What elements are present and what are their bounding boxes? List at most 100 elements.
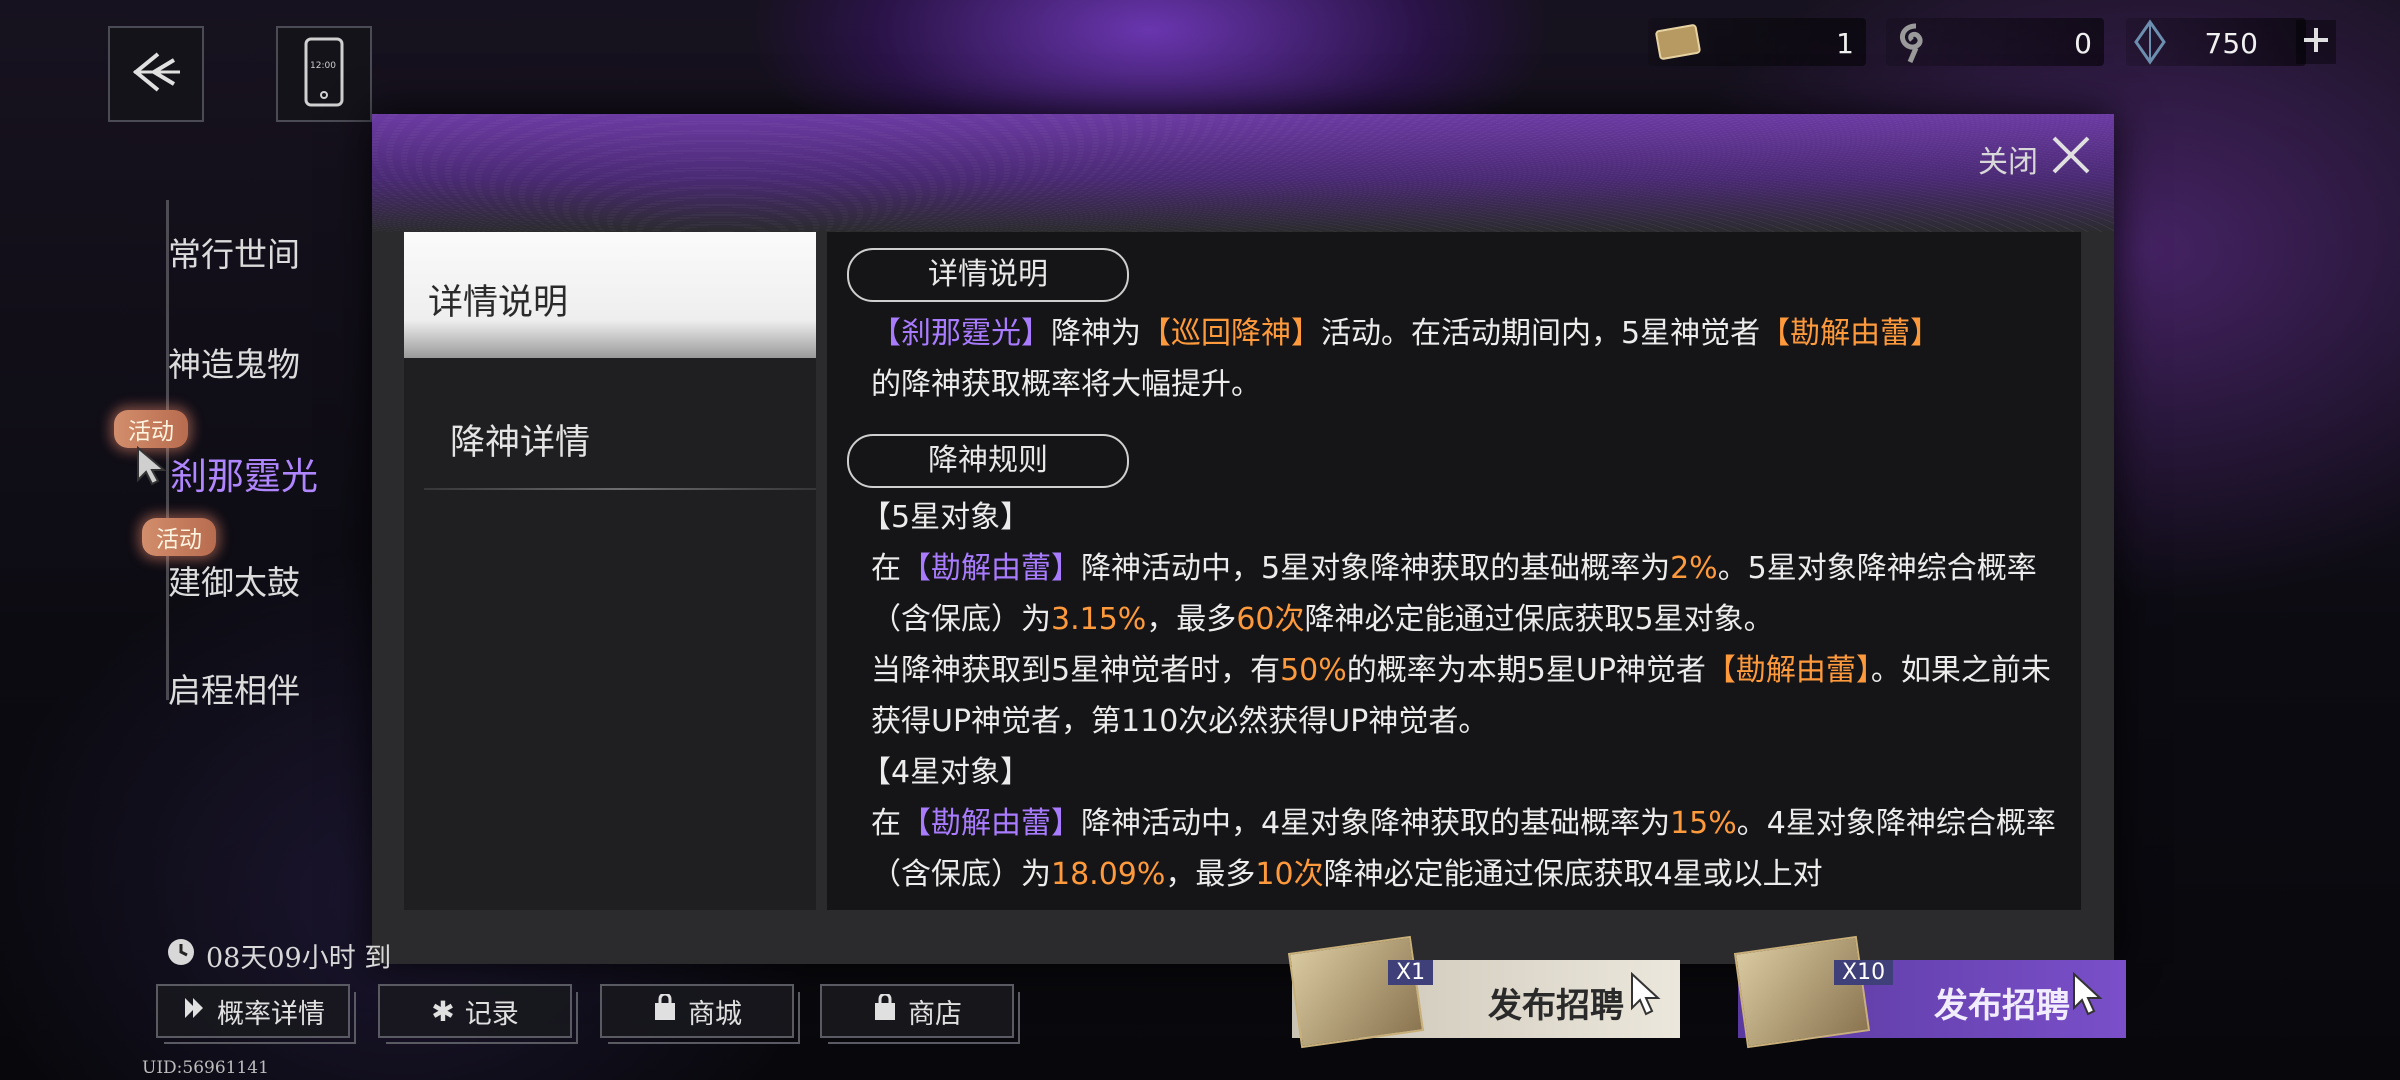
swirl-icon [1890, 18, 1942, 70]
highlight-count: 60次 [1236, 602, 1305, 637]
recruit-x1-button[interactable]: X1 发布招聘 [1287, 935, 1680, 1049]
timer-text: 08天09小时 到 [206, 943, 392, 974]
tab-summon-details[interactable]: 降神详情 [404, 358, 816, 490]
text-segment: 降神活动中，5星对象降神获取的基础概率为 [1081, 551, 1671, 586]
text-segment: 降神为 [1051, 316, 1141, 351]
four-star-rate-paragraph: 在【勘解由蕾】降神活动中，4星对象降神获取的基础概率为15%。4星对象降神综合概… [871, 798, 2061, 900]
highlight-event-name: 【刹那霆光】 [871, 316, 1051, 351]
text-segment: 降神必定能通过保底获取5星对象。 [1304, 602, 1774, 637]
back-arrow-icon [128, 50, 184, 98]
highlight-rate: 18.09% [1051, 857, 1166, 892]
text-segment: 在 [871, 551, 901, 586]
highlight-character: 【勘解由蕾】 [1760, 316, 1941, 351]
phone-button[interactable]: 12:00 [276, 26, 372, 122]
highlight-rate: 3.15% [1051, 602, 1147, 637]
nav-item-chana[interactable]: 刹那霆光 [170, 446, 318, 500]
shop-button[interactable]: 商店 [820, 984, 1020, 1044]
close-label: 关闭 [1978, 145, 2038, 180]
nav-item-label: 常行世间 [168, 235, 300, 274]
user-id: UID:56961141 [142, 1058, 269, 1078]
nav-item-label: 启程相伴 [168, 671, 300, 710]
event-badge: 活动 [114, 410, 188, 448]
nav-item-jianyu[interactable]: 建御太鼓 [168, 556, 300, 604]
details-modal: 关闭 详情说明 降神详情 详情说明 【刹那霆光】降神为【巡回降神】活动。在活动期… [372, 114, 2114, 964]
resource-swirl: 0 [1886, 18, 2104, 66]
tab-details[interactable]: 详情说明 [404, 232, 816, 358]
nav-item-label: 神造鬼物 [168, 345, 300, 384]
resource-ticket: 1 [1648, 18, 1866, 66]
button-label: 记录 [464, 998, 519, 1030]
mall-button[interactable]: 商城 [600, 984, 800, 1044]
five-star-rate-paragraph: 在【勘解由蕾】降神活动中，5星对象降神获取的基础概率为2%。5星对象降神综合概率… [871, 543, 2061, 645]
nav-item-shenzao[interactable]: 神造鬼物 [168, 338, 300, 386]
phone-icon: 12:00 [304, 37, 344, 111]
crystal-icon [2130, 18, 2170, 70]
modal-sidebar: 详情说明 降神详情 [404, 232, 816, 910]
recruit-label: 发布招聘 [1934, 986, 2070, 1026]
close-icon [2050, 134, 2092, 184]
ticket-card-icon [1733, 935, 1871, 1049]
highlight-count: 10次 [1255, 857, 1324, 892]
tab-label: 降神详情 [450, 423, 591, 463]
section-title-details: 详情说明 [847, 248, 1129, 302]
highlight-character: 【勘解由蕾】 [901, 551, 1081, 586]
event-timer: 08天09小时 到 [166, 936, 391, 975]
swirl-count: 0 [2074, 27, 2092, 60]
highlight-event-type: 【巡回降神】 [1141, 316, 1321, 351]
ticket-count: 1 [1836, 27, 1854, 60]
text-segment: 在 [871, 806, 901, 841]
button-label: 商店 [908, 998, 962, 1030]
five-star-up-paragraph: 当降神获取到5星神觉者时，有50%的概率为本期5星UP神觉者【勘解由蕾】。如果之… [871, 645, 2061, 747]
event-badge: 活动 [142, 518, 216, 556]
tab-label: 详情说明 [428, 283, 569, 323]
cursor-icon [1630, 971, 1662, 1020]
highlight-character: 【勘解由蕾】 [1705, 653, 1871, 688]
text-segment: 活动。在活动期间内，5星神觉者 [1321, 316, 1761, 351]
text-segment: 降神活动中，4星对象降神获取的基础概率为 [1081, 806, 1671, 841]
text-segment: 的概率为本期5星UP神觉者 [1346, 653, 1706, 688]
add-crystal-button[interactable] [2296, 20, 2336, 64]
four-star-heading: 【4星对象】 [861, 755, 1031, 790]
bag-icon [652, 992, 678, 1029]
highlight-rate: 50% [1280, 653, 1347, 688]
cursor-icon [136, 445, 168, 490]
resource-crystal: 750 [2126, 18, 2306, 66]
nav-item-label: 建御太鼓 [168, 563, 300, 602]
modal-header [372, 114, 2114, 232]
five-star-heading: 【5星对象】 [861, 500, 1031, 535]
text-segment: 的降神获取概率将大幅提升。 [871, 367, 1261, 402]
highlight-rate: 15% [1670, 806, 1737, 841]
text-segment: 当降神获取到5星神觉者时，有 [871, 653, 1281, 688]
phone-time: 12:00 [310, 61, 336, 71]
plus-icon [2301, 25, 2331, 59]
modal-content[interactable]: 详情说明 【刹那霆光】降神为【巡回降神】活动。在活动期间内，5星神觉者【勘解由蕾… [827, 232, 2081, 910]
nav-item-changxing[interactable]: 常行世间 [168, 228, 300, 276]
back-button[interactable] [108, 26, 204, 122]
cursor-icon [2072, 971, 2104, 1020]
nav-item-label: 刹那霆光 [170, 455, 318, 498]
bag-icon [872, 992, 898, 1029]
records-button[interactable]: ✱ 记录 [378, 984, 578, 1044]
crystal-count: 750 [2204, 27, 2258, 60]
arrow-icon [181, 995, 207, 1028]
close-button[interactable]: 关闭 [1978, 134, 2092, 184]
button-label: 商城 [688, 998, 742, 1030]
button-label: 概率详情 [217, 998, 325, 1030]
star-icon: ✱ [431, 994, 455, 1028]
ticket-icon [1652, 18, 1704, 70]
text-segment: 降神必定能通过保底获取4星或以上对 [1323, 857, 1823, 892]
text-segment: ，最多 [1165, 857, 1256, 892]
multiplier-badge: X1 [1388, 960, 1434, 985]
text-segment: ，最多 [1146, 602, 1237, 637]
highlight-character: 【勘解由蕾】 [901, 806, 1081, 841]
nav-item-qicheng[interactable]: 启程相伴 [168, 664, 300, 712]
multiplier-badge: X10 [1834, 960, 1894, 985]
clock-icon [166, 937, 196, 974]
section-title-rules: 降神规则 [847, 434, 1129, 488]
rate-details-button[interactable]: 概率详情 [156, 984, 356, 1044]
details-paragraph: 【刹那霆光】降神为【巡回降神】活动。在活动期间内，5星神觉者【勘解由蕾】的降神获… [871, 308, 2061, 410]
highlight-rate: 2% [1670, 551, 1718, 586]
recruit-x10-button[interactable]: X10 发布招聘 [1733, 935, 2126, 1049]
ticket-card-icon [1287, 935, 1425, 1049]
recruit-label: 发布招聘 [1488, 986, 1624, 1026]
